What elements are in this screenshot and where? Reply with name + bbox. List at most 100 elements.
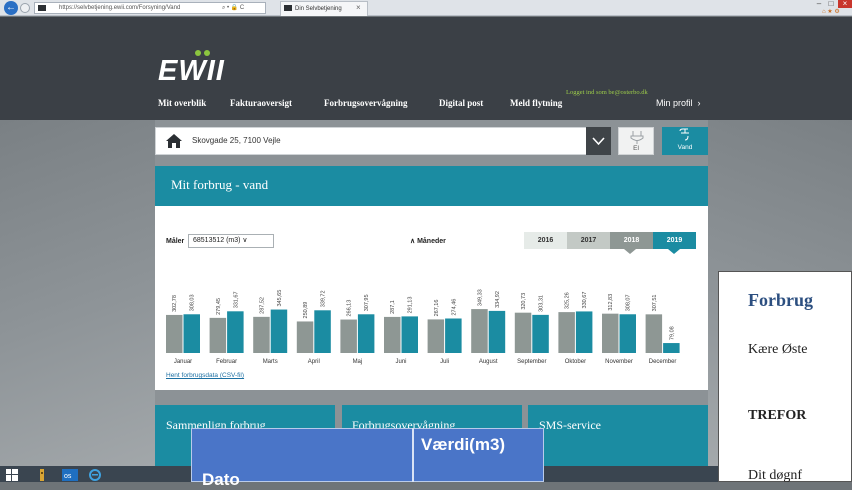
min-profil-label: Min profil [656, 98, 693, 108]
min-profil-link[interactable]: Min profil › [656, 97, 701, 109]
chart-data-label: 307,51 [652, 295, 658, 312]
chart-bar[interactable] [166, 314, 183, 353]
chart-data-label: 308,03 [190, 294, 196, 311]
maximize-icon[interactable]: □ [826, 0, 836, 8]
site-header-background [0, 17, 852, 120]
chart-bar[interactable] [471, 309, 488, 353]
chart-data-label: 279,45 [216, 298, 222, 315]
chart-bar[interactable] [532, 314, 549, 353]
chart-data-label: 266,13 [347, 300, 353, 317]
minimize-icon[interactable]: – [814, 0, 824, 8]
forward-arrow-icon[interactable] [20, 3, 30, 13]
chart-month-label: Februar [216, 359, 237, 365]
address-bar-controls[interactable]: ⌕ • 🔒 C [222, 2, 244, 14]
internet-explorer-icon[interactable] [88, 468, 102, 481]
chart-bar[interactable] [663, 343, 680, 353]
chart-bar[interactable] [209, 317, 227, 353]
chart-data-label: 345,65 [277, 290, 283, 307]
chart-month-label: December [649, 359, 677, 365]
windows-start-icon[interactable] [6, 468, 18, 481]
nav-mit-overblik[interactable]: Mit overblik [158, 97, 206, 109]
water-tap-icon [679, 128, 689, 141]
maaneder-toggle[interactable]: ∧ Måneder [410, 237, 446, 245]
file-explorer-icon[interactable] [36, 468, 48, 481]
year-2018-marker-icon [624, 249, 636, 254]
close-window-icon[interactable]: × [838, 0, 852, 8]
chart-data-label: 312,83 [608, 294, 614, 311]
maaler-select[interactable]: 68513512 (m3) ∨ [188, 234, 274, 248]
chart-bar[interactable] [575, 311, 593, 353]
nav-meld-flytning[interactable]: Meld flytning [510, 97, 562, 109]
year-tab-2018[interactable]: 2018 [610, 232, 653, 249]
back-arrow-icon[interactable]: ← [4, 1, 18, 15]
chart-bar[interactable] [558, 312, 575, 353]
tile-sms-service[interactable] [528, 405, 708, 466]
year-2019-marker-icon [668, 249, 680, 254]
chart-bar[interactable] [270, 309, 288, 353]
chart-bar[interactable] [645, 314, 663, 353]
panel-title: Mit forbrug - vand [171, 177, 269, 192]
chart-data-label: 320,73 [521, 293, 527, 310]
tab-favicon-icon [284, 5, 292, 11]
chart-data-label: 331,67 [233, 291, 239, 308]
consumption-bar-chart: 302,78 308,03 Januar 279,45 331,67 Februar 287… [166, 289, 680, 365]
chart-data-label: 307,95 [364, 294, 370, 311]
chart-data-label: 349,33 [477, 289, 483, 306]
year-tab-2019[interactable]: 2019 [653, 232, 696, 249]
popup-greeting: Kære Øste [748, 342, 808, 357]
logo-dot [195, 50, 201, 56]
chart-month-label: November [605, 359, 633, 365]
chart-data-label: 302,78 [172, 295, 178, 312]
csv-download-link[interactable]: Hent forbrugsdata (CSV-fil) [166, 372, 244, 379]
browser-tab[interactable]: Din Selvbetjening [280, 1, 368, 16]
table-column-divider [412, 428, 414, 482]
chart-bar[interactable] [384, 316, 401, 353]
tab-close-icon[interactable]: × [356, 1, 361, 15]
table-header-value: Værdi(m3) [421, 435, 506, 454]
chart-month-label: Juli [440, 359, 449, 365]
chart-data-label: 334,92 [495, 291, 501, 308]
popup-heading: Forbrug [748, 290, 813, 310]
chart-bar[interactable] [427, 319, 445, 353]
chart-month-label: Januar [174, 359, 192, 365]
site-favicon-icon [38, 5, 46, 11]
address-dropdown-button[interactable] [586, 127, 611, 155]
chart-month-label: April [308, 359, 320, 365]
background-decoration-left [0, 120, 155, 466]
chart-bar[interactable] [183, 314, 201, 353]
home-star-gear-icons[interactable]: ⌂ ★ ⚙ [822, 8, 840, 16]
chart-bar[interactable] [488, 310, 506, 353]
chart-bar[interactable] [253, 316, 270, 353]
chart-bar[interactable] [514, 312, 532, 353]
utility-vand-button[interactable]: Vand [662, 127, 708, 155]
chart-bar[interactable] [314, 310, 331, 353]
utility-el-button[interactable]: El [618, 127, 654, 155]
chart-bar[interactable] [227, 311, 244, 353]
chart-month-label: Maj [353, 359, 363, 365]
chart-bar[interactable] [619, 314, 637, 353]
chart-bar[interactable] [340, 319, 357, 353]
chart-data-label: 291,13 [408, 297, 414, 314]
year-tab-2016[interactable]: 2016 [524, 232, 567, 249]
chart-data-label: 274,46 [451, 299, 457, 316]
address-text: Skovgade 25, 7100 Vejle [192, 136, 281, 145]
chart-bar[interactable] [357, 314, 375, 353]
outlook-icon[interactable]: os [62, 468, 78, 481]
tile-label: SMS-service [539, 418, 601, 432]
chart-bar[interactable] [296, 321, 314, 353]
chart-data-label: 339,72 [321, 290, 327, 307]
chart-data-label: 325,26 [565, 292, 571, 309]
ewii-logo[interactable]: EWII [158, 56, 225, 86]
chart-bar[interactable] [602, 313, 619, 353]
chart-bar[interactable] [445, 318, 462, 353]
chart-bar[interactable] [401, 316, 419, 353]
taskbar [544, 466, 718, 482]
nav-forbrugsovervaagning[interactable]: Forbrugsovervågning [324, 97, 408, 109]
nav-fakturaoversigt[interactable]: Fakturaoversigt [230, 97, 292, 109]
vand-label: Vand [677, 144, 693, 151]
chart-month-label: Marts [263, 359, 278, 365]
nav-digital-post[interactable]: Digital post [439, 97, 483, 109]
chart-month-label: Oktober [565, 359, 586, 365]
plug-icon [630, 131, 644, 144]
year-tab-2017[interactable]: 2017 [567, 232, 610, 249]
